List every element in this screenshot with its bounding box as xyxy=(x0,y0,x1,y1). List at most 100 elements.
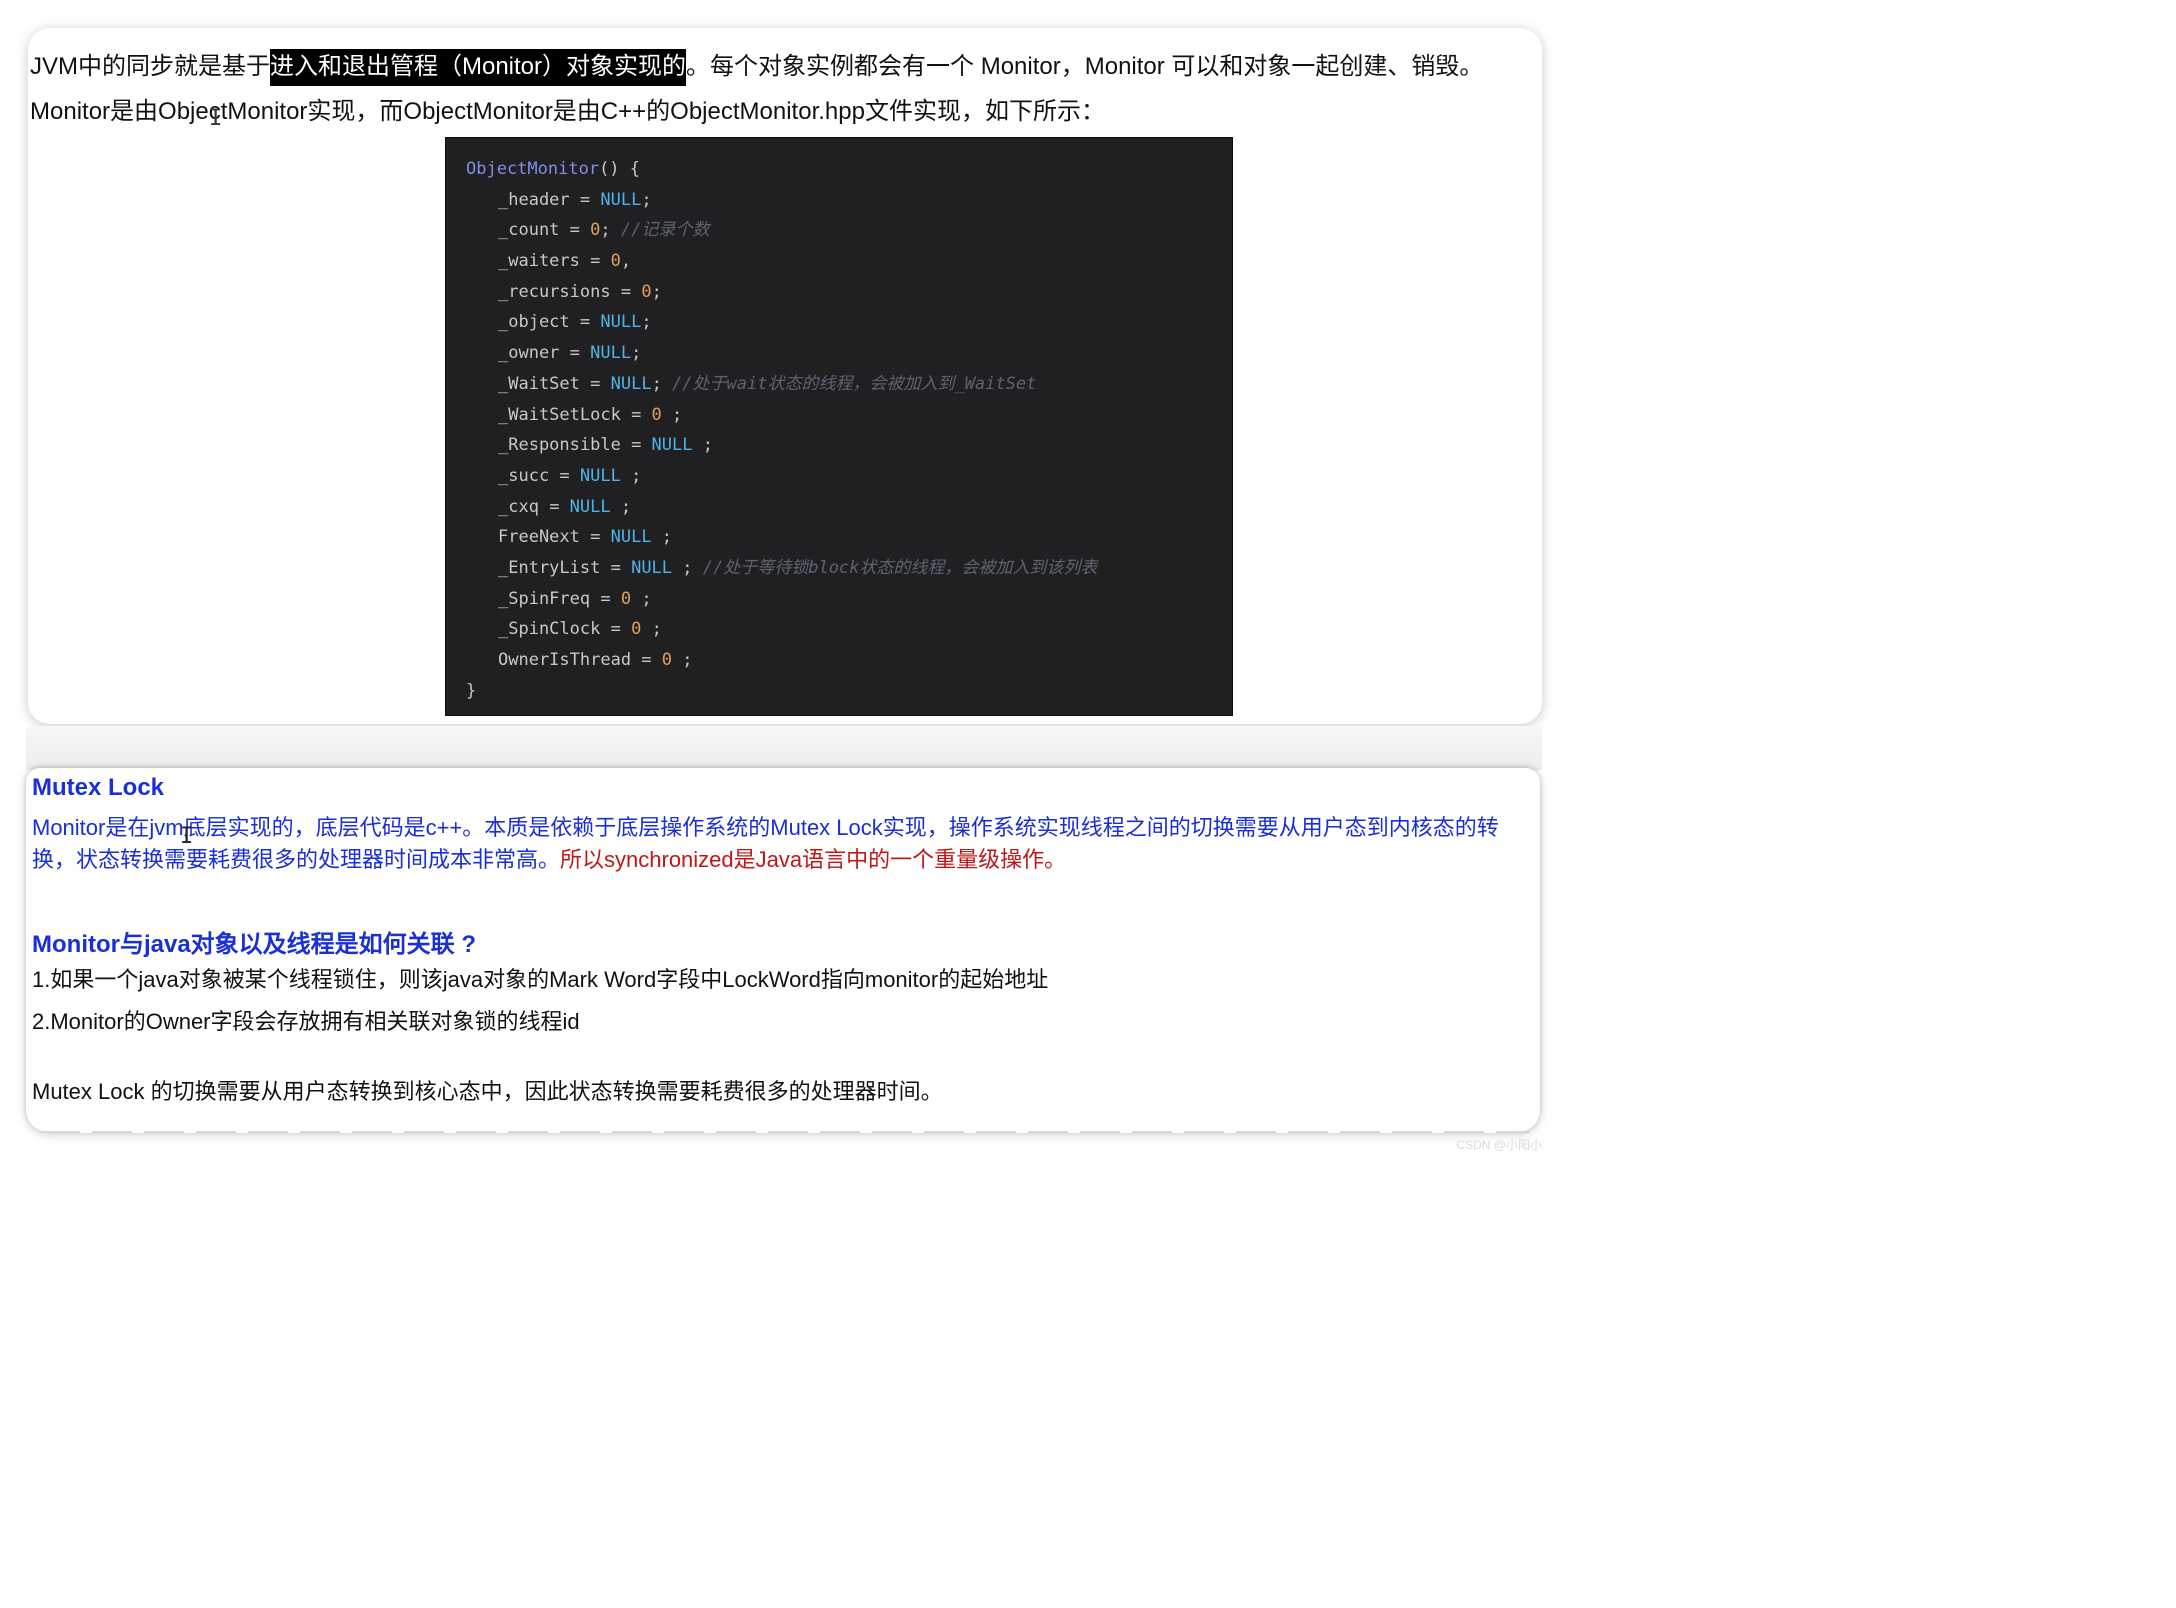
code-value: NULL xyxy=(600,189,642,210)
code-field-name: _count xyxy=(498,220,560,241)
code-operator: = xyxy=(579,527,611,548)
code-value: 0 xyxy=(620,588,632,609)
mutex-summary: Mutex Lock 的切换需要从用户态转换到核心态中，因此状态转换需要耗费很多… xyxy=(32,1079,943,1104)
code-terminator: ; xyxy=(620,465,642,486)
code-line: _object = NULL; xyxy=(466,307,1232,338)
code-value: 0 xyxy=(651,404,662,425)
code-operator: = xyxy=(579,373,611,394)
code-terminator: ; xyxy=(610,496,632,517)
code-terminator: ; xyxy=(661,404,683,425)
code-value: 0 xyxy=(631,619,642,640)
code-operator: = xyxy=(600,557,632,578)
code-line: OwnerIsThread = 0 ; xyxy=(466,645,1232,676)
code-open-rest: () { xyxy=(599,159,641,179)
code-value: NULL xyxy=(590,343,632,364)
relation-heading: Monitor与java对象以及线程是如何关联 ? xyxy=(32,931,477,958)
code-line: FreeNext = NULL ; xyxy=(466,522,1232,553)
code-line: _cxq = NULL ; xyxy=(466,492,1232,523)
code-line: _succ = NULL ; xyxy=(466,461,1232,492)
watermark: CSDN @小阳小 xyxy=(1456,1138,1542,1152)
code-field-name: _EntryList xyxy=(498,557,601,578)
code-operator: = xyxy=(631,650,662,670)
code-field-name: _WaitSetLock xyxy=(498,404,621,425)
code-operator: = xyxy=(600,619,632,640)
code-terminator: ; xyxy=(631,588,652,609)
intro-line-1-start: JVM中的同步就是基于 xyxy=(30,53,270,80)
code-line-open: ObjectMonitor() { xyxy=(466,154,1232,185)
code-line: _EntryList = NULL ; //处于等待锁block状态的线程，会被… xyxy=(466,553,1232,584)
code-value: 0 xyxy=(641,281,652,302)
code-value: NULL xyxy=(579,465,621,486)
code-value: NULL xyxy=(569,496,611,517)
code-field-name: OwnerIsThread xyxy=(498,650,632,670)
code-terminator: , xyxy=(620,251,632,272)
code-field-name: _waiters xyxy=(498,251,580,272)
code-line-close: } xyxy=(466,680,477,701)
mutex-lock-paragraph: Monitor是在jvm底层实现的，底层代码是c++。本质是依赖于底层操作系统的… xyxy=(32,812,1532,876)
code-operator: = xyxy=(590,588,621,609)
code-value: NULL xyxy=(651,435,693,456)
code-field-name: _owner xyxy=(498,343,560,364)
code-value: 0 xyxy=(661,650,673,670)
intro-text: JVM中的同步就是基于进入和退出管程（Monitor）对象实现的。每个对象实例都… xyxy=(30,44,1540,134)
code-field-name: FreeNext xyxy=(498,527,580,548)
code-field-name: _recursions xyxy=(498,281,611,302)
code-terminator: ; xyxy=(641,189,652,210)
code-line: _SpinFreq = 0 ; xyxy=(466,584,1232,615)
code-field-name: _cxq xyxy=(498,496,539,517)
code-field-name: _succ xyxy=(498,465,550,486)
code-field-name: _SpinClock xyxy=(498,619,601,640)
code-operator: = xyxy=(579,251,611,272)
code-field-name: _object xyxy=(498,312,570,333)
code-terminator: ; xyxy=(631,343,642,364)
code-value: NULL xyxy=(610,527,652,548)
code-line: _recursions = 0; xyxy=(466,277,1232,308)
code-value: NULL xyxy=(610,373,652,394)
code-operator: = xyxy=(569,312,601,333)
text-cursor-icon-2: I xyxy=(180,824,194,849)
mutex-lock-heading: Mutex Lock xyxy=(32,774,165,801)
code-value: NULL xyxy=(600,312,642,333)
code-terminator: ; xyxy=(641,619,662,640)
code-line: _waiters = 0, xyxy=(466,246,1232,277)
code-function-name: ObjectMonitor xyxy=(466,159,600,179)
intro-line-2: Monitor是由ObjectMonitor实现，而ObjectMonitor是… xyxy=(30,98,1105,125)
code-operator: = xyxy=(538,496,570,517)
code-operator: = xyxy=(559,343,591,364)
code-line: _WaitSet = NULL; //处于wait状态的线程，会被加入到_Wai… xyxy=(466,369,1232,400)
code-field-name: _SpinFreq xyxy=(498,588,591,609)
intro-line-1: JVM中的同步就是基于进入和退出管程（Monitor）对象实现的。每个对象实例都… xyxy=(30,44,1540,89)
code-field-name: _header xyxy=(498,189,570,210)
code-field-name: _WaitSet xyxy=(498,373,580,394)
relation-item-1: 1.如果一个java对象被某个线程锁住，则该java对象的Mark Word字段… xyxy=(32,967,1049,992)
code-value: NULL xyxy=(631,557,673,578)
code-terminator: ; xyxy=(672,650,693,670)
code-value: 0 xyxy=(610,251,621,272)
code-operator: = xyxy=(549,465,580,486)
bottom-rule xyxy=(40,1131,1530,1133)
code-terminator: ; xyxy=(692,435,713,456)
section-divider xyxy=(26,726,1542,770)
code-operator: = xyxy=(569,189,601,210)
code-line: _owner = NULL; xyxy=(466,338,1232,369)
highlighted-text[interactable]: 进入和退出管程（Monitor）对象实现的 xyxy=(270,49,687,86)
code-block[interactable]: ObjectMonitor() { _header = NULL; _count … xyxy=(445,137,1233,716)
code-comment: //处于wait状态的线程，会被加入到_WaitSet xyxy=(672,373,1037,394)
code-line: _Responsible = NULL ; xyxy=(466,430,1232,461)
code-line: _count = 0; //记录个数 xyxy=(466,215,1232,246)
page: JVM中的同步就是基于进入和退出管程（Monitor）对象实现的。每个对象实例都… xyxy=(0,0,1568,1162)
code-terminator: ; xyxy=(651,527,673,548)
code-terminator: ; xyxy=(651,373,673,394)
code-line: _header = NULL; xyxy=(466,185,1232,216)
code-operator: = xyxy=(559,220,591,241)
heavyweight-note: 所以synchronized是Java语言中的一个重量级操作。 xyxy=(560,847,1067,872)
code-body: _header = NULL; _count = 0; //记录个数 _waiter… xyxy=(466,185,1232,676)
code-operator: = xyxy=(610,281,642,302)
code-terminator: ; xyxy=(672,557,703,578)
code-terminator: ; xyxy=(641,312,652,333)
text-cursor-icon: I xyxy=(209,106,223,131)
code-comment: //处于等待锁block状态的线程，会被加入到该列表 xyxy=(702,557,1098,578)
code-terminator: ; xyxy=(600,220,621,241)
code-field-name: _Responsible xyxy=(498,435,621,456)
intro-line-1-end: 。每个对象实例都会有一个 Monitor，Monitor 可以和对象一起创建、销… xyxy=(686,53,1484,80)
